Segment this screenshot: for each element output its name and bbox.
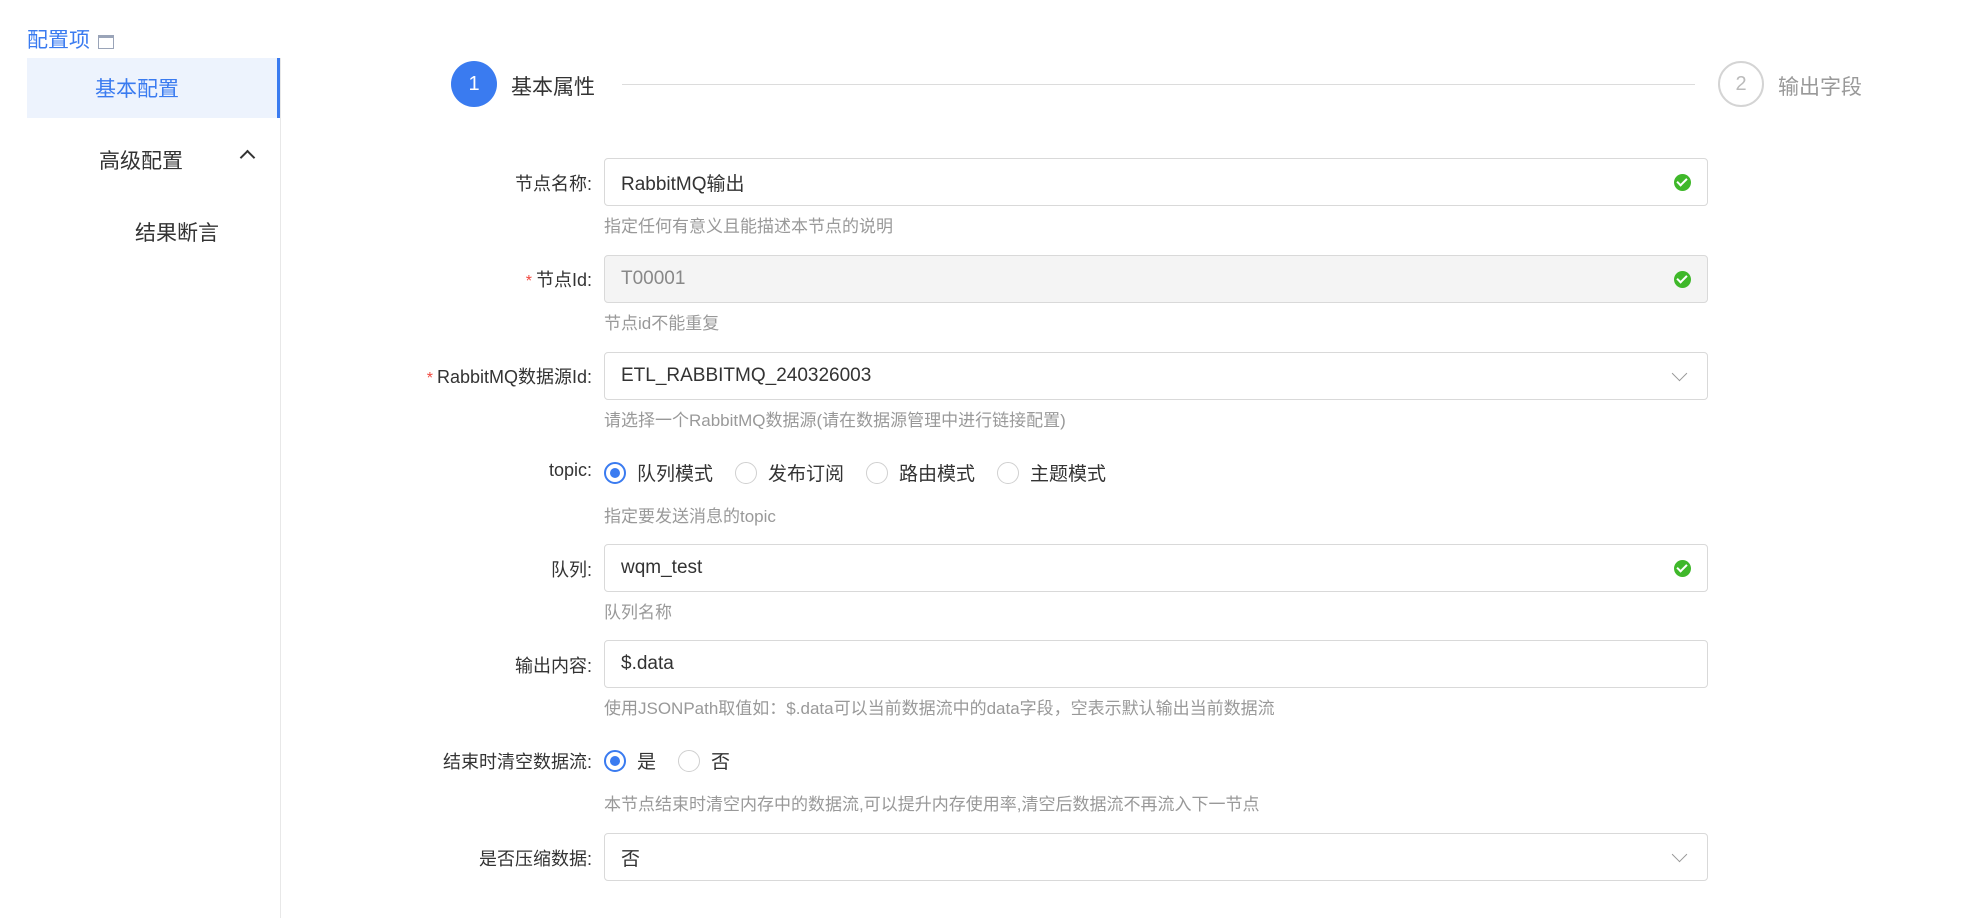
queue-input[interactable]: wqm_test: [604, 544, 1708, 592]
sidebar-item-basic-config[interactable]: 基本配置: [27, 58, 280, 118]
sidebar-item-label: 结果断言: [135, 222, 219, 245]
node-id-input: T00001: [604, 255, 1708, 303]
chevron-down-icon: [1671, 846, 1688, 863]
topic-radio-pubsub[interactable]: 发布订阅: [735, 459, 844, 486]
datasource-label: * RabbitMQ数据源Id:: [427, 363, 592, 389]
radio-label: 路由模式: [899, 464, 976, 485]
output-value: $.data: [621, 653, 674, 674]
required-mark: *: [426, 370, 433, 387]
radio-label: 否: [711, 752, 731, 773]
sidebar: 基本配置 高级配置 结果断言: [27, 58, 281, 918]
sidebar-item-label: 基本配置: [95, 78, 179, 101]
node-name-value: RabbitMQ输出: [621, 173, 745, 195]
chevron-down-icon: [1671, 365, 1688, 382]
node-id-label-text: 节点Id:: [535, 270, 592, 290]
step-2-label[interactable]: 输出字段: [1778, 71, 1862, 101]
step-1-indicator: 1: [451, 61, 497, 107]
sidebar-item-result-assertion[interactable]: 结果断言: [27, 202, 280, 262]
clear-stream-label: 结束时清空数据流:: [442, 752, 592, 772]
step-1-label: 基本属性: [511, 76, 595, 99]
sidebar-title: 配置项: [27, 24, 114, 54]
datasource-value: ETL_RABBITMQ_240326003: [621, 365, 872, 386]
clear-stream-radio-yes[interactable]: 是: [604, 747, 656, 774]
output-help: 使用JSONPath取值如：$.data可以当前数据流中的data字段，空表示默…: [604, 699, 1275, 718]
topic-radio-topic[interactable]: 主题模式: [997, 459, 1106, 486]
sidebar-item-advanced-config[interactable]: 高级配置: [27, 130, 280, 190]
radio-icon: [735, 461, 758, 484]
output-label: 输出内容:: [514, 656, 592, 676]
output-input[interactable]: $.data: [604, 640, 1708, 688]
node-name-label: 节点名称:: [514, 174, 592, 194]
datasource-select[interactable]: ETL_RABBITMQ_240326003: [604, 352, 1708, 400]
node-id-help: 节点id不能重复: [604, 314, 720, 333]
compress-label: 是否压缩数据:: [478, 849, 592, 869]
radio-icon: [678, 749, 701, 772]
node-name-input[interactable]: RabbitMQ输出: [604, 158, 1708, 206]
topic-help: 指定要发送消息的topic: [604, 507, 776, 526]
node-id-value: T00001: [621, 268, 686, 289]
radio-icon: [997, 461, 1020, 484]
compress-value: 否: [621, 848, 641, 870]
required-mark: *: [525, 273, 532, 290]
sidebar-title-text: 配置项: [27, 29, 90, 52]
radio-label: 是: [637, 752, 657, 773]
radio-icon: [604, 461, 626, 484]
clear-stream-help: 本节点结束时清空内存中的数据流,可以提升内存使用率,清空后数据流不再流入下一节点: [604, 795, 1260, 814]
clear-stream-radio-group: 是 否: [604, 747, 752, 774]
clear-stream-radio-no[interactable]: 否: [678, 747, 730, 774]
check-circle-icon: [1674, 174, 1691, 191]
datasource-label-text: RabbitMQ数据源Id:: [436, 367, 592, 387]
radio-label: 主题模式: [1030, 464, 1107, 485]
topic-radio-routing[interactable]: 路由模式: [866, 459, 975, 486]
node-name-help: 指定任何有意义且能描述本节点的说明: [604, 217, 893, 236]
queue-help: 队列名称: [604, 603, 672, 622]
node-id-label: * 节点Id:: [526, 266, 592, 292]
chevron-up-icon: [239, 149, 256, 166]
queue-label: 队列:: [550, 560, 592, 580]
queue-value: wqm_test: [621, 557, 703, 578]
radio-label: 队列模式: [637, 464, 714, 485]
datasource-help: 请选择一个RabbitMQ数据源(请在数据源管理中进行链接配置): [604, 411, 1066, 430]
topic-radio-group: 队列模式 发布订阅 路由模式 主题模式: [604, 459, 1128, 486]
radio-icon: [604, 749, 626, 772]
topic-radio-queue[interactable]: 队列模式: [604, 459, 713, 486]
table-icon: [98, 35, 114, 49]
step-connector: [622, 84, 1695, 85]
topic-label: topic:: [548, 460, 592, 480]
check-circle-icon: [1674, 271, 1691, 288]
compress-select[interactable]: 否: [604, 833, 1708, 881]
check-circle-icon: [1674, 560, 1691, 577]
step-2-indicator[interactable]: 2: [1718, 61, 1764, 107]
sidebar-item-label: 高级配置: [99, 150, 183, 173]
radio-icon: [866, 461, 889, 484]
radio-label: 发布订阅: [768, 464, 845, 485]
